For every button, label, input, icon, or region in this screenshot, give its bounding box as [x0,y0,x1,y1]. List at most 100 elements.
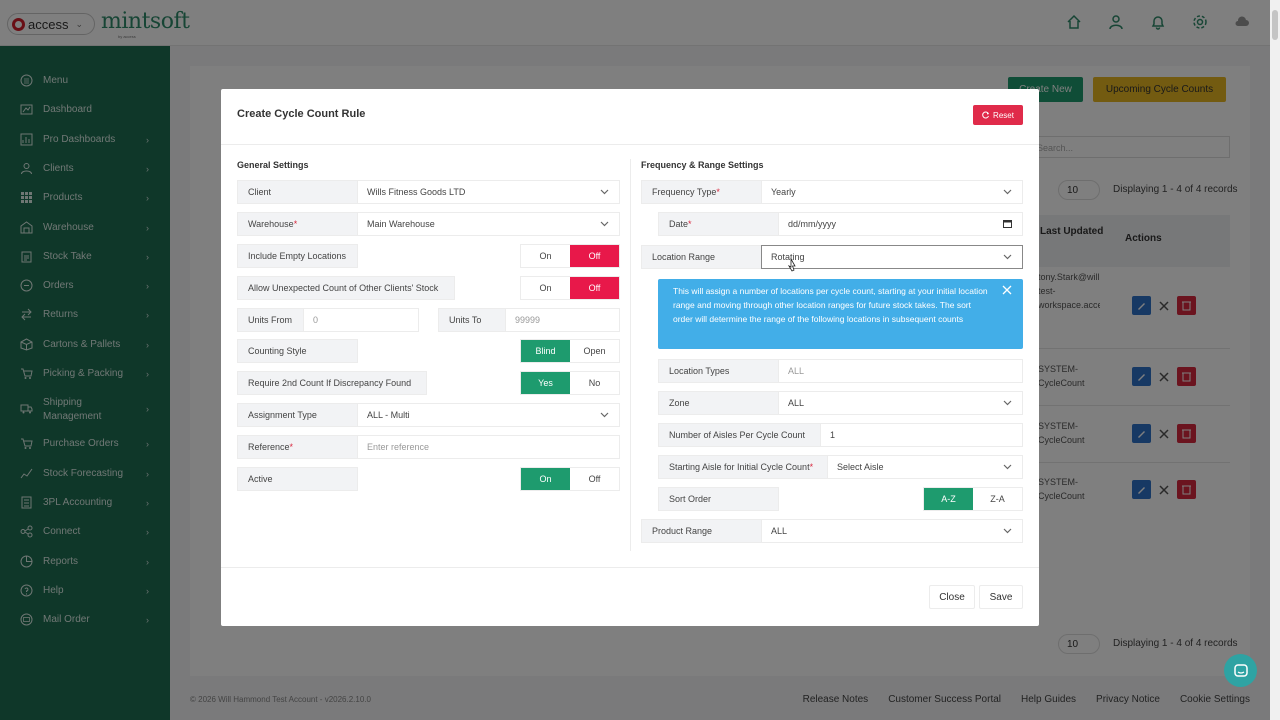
counting-style-row: Counting Style Blind Open [237,339,620,363]
rotating-info-alert: This will assign a number of locations p… [658,279,1023,349]
aisles-row: Number of Aisles Per Cycle Count 1 [658,423,1023,447]
zone-label: Zone [658,391,779,415]
required-marker: * [688,219,692,229]
frequency-type-row: Frequency Type * Yearly [641,180,1023,204]
units-to-label: Units To [438,308,506,332]
require-2nd-yes[interactable]: Yes [521,372,570,394]
location-range-row: Location Range Rotating [641,245,1023,269]
allow-unexpected-on[interactable]: On [521,277,570,299]
date-label-text: Date [669,219,689,229]
sort-order-toggle: A-Z Z-A [923,487,1023,511]
include-empty-off[interactable]: Off [570,245,619,267]
sort-order-label: Sort Order [658,487,779,511]
allow-unexpected-toggle: On Off [520,276,620,300]
aisles-input[interactable]: 1 [820,423,1023,447]
client-select[interactable]: Wills Fitness Goods LTD [357,180,620,204]
sort-za[interactable]: Z-A [973,488,1022,510]
modal-footer-divider [221,567,1039,568]
product-range-row: Product Range ALL [641,519,1023,543]
chevron-down-icon [1003,189,1012,195]
reference-label: Reference * [237,435,358,459]
counting-style-blind[interactable]: Blind [521,340,570,362]
frequency-type-label: Frequency Type * [641,180,762,204]
units-from-input[interactable]: 0 [303,308,419,332]
required-marker: * [289,442,294,452]
units-to-input[interactable]: 99999 [505,308,620,332]
frequency-type-select[interactable]: Yearly [761,180,1023,204]
product-range-select[interactable]: ALL [761,519,1023,543]
starting-aisle-label-text: Starting Aisle for Initial Cycle Count [669,462,810,472]
require-2nd-no[interactable]: No [570,372,619,394]
chevron-down-icon [600,221,609,227]
chat-icon [1233,663,1248,677]
require-2nd-row: Require 2nd Count If Discrepancy Found Y… [237,371,620,395]
warehouse-select[interactable]: Main Warehouse [357,212,620,236]
active-off[interactable]: Off [570,468,619,490]
product-range-value: ALL [771,526,788,536]
page-scrollbar[interactable] [1270,0,1280,720]
chevron-down-icon [1003,400,1012,406]
starting-aisle-label: Starting Aisle for Initial Cycle Count * [658,455,828,479]
warehouse-label-text: Warehouse [248,219,294,229]
client-value: Wills Fitness Goods LTD [367,187,466,197]
location-range-select[interactable]: Rotating [761,245,1023,269]
mouse-pointer-icon [788,258,796,272]
assignment-row: Assignment Type ALL - Multi [237,403,620,427]
require-2nd-label: Require 2nd Count If Discrepancy Found [237,371,427,395]
required-marker: * [716,187,720,197]
reset-label: Reset [993,110,1014,120]
reference-input[interactable]: Enter reference [357,435,620,459]
allow-unexpected-row: Allow Unexpected Count of Other Clients'… [237,276,620,300]
counting-style-open[interactable]: Open [570,340,619,362]
modal-title: Create Cycle Count Rule [237,108,366,120]
chevron-down-icon [600,412,609,418]
include-empty-on[interactable]: On [521,245,570,267]
include-empty-toggle: On Off [520,244,620,268]
date-row: Date * dd/mm/yyyy [658,212,1023,236]
close-icon[interactable] [1002,285,1012,295]
warehouse-value: Main Warehouse [367,219,435,229]
starting-aisle-select[interactable]: Select Aisle [827,455,1023,479]
required-marker: * [809,462,814,472]
sort-order-row: Sort Order A-Z Z-A [658,487,1023,511]
location-types-input[interactable]: ALL [778,359,1023,383]
location-range-label: Location Range [641,245,762,269]
chevron-down-icon [1003,464,1012,470]
warehouse-row: Warehouse * Main Warehouse [237,212,620,236]
include-empty-row: Include Empty Locations On Off [237,244,620,268]
chevron-down-icon [1003,528,1012,534]
include-empty-label: Include Empty Locations [237,244,358,268]
save-button[interactable]: Save [979,585,1023,609]
reference-label-text: Reference [248,442,290,452]
create-cycle-count-modal: Create Cycle Count Rule Reset General Se… [221,89,1039,626]
starting-aisle-value: Select Aisle [837,462,884,472]
chat-button[interactable] [1224,654,1257,687]
column-divider [630,159,631,551]
reset-button[interactable]: Reset [973,105,1023,125]
units-row: Units From 0 Units To 99999 [237,308,620,332]
chevron-down-icon [1003,254,1012,260]
assignment-value: ALL - Multi [367,410,410,420]
require-2nd-toggle: Yes No [520,371,620,395]
location-types-label: Location Types [658,359,779,383]
frequency-type-label-text: Frequency Type [652,187,717,197]
aisles-label: Number of Aisles Per Cycle Count [658,423,821,447]
required-marker: * [293,219,298,229]
assignment-select[interactable]: ALL - Multi [357,403,620,427]
counting-style-label: Counting Style [237,339,358,363]
chevron-down-icon [600,189,609,195]
date-input[interactable]: dd/mm/yyyy [778,212,1023,236]
client-label: Client [237,180,358,204]
info-text: This will assign a number of locations p… [673,286,988,324]
allow-unexpected-off[interactable]: Off [570,277,619,299]
starting-aisle-row: Starting Aisle for Initial Cycle Count * … [658,455,1023,479]
calendar-icon[interactable] [1003,219,1012,228]
reference-row: Reference * Enter reference [237,435,620,459]
close-button[interactable]: Close [929,585,975,609]
zone-select[interactable]: ALL [778,391,1023,415]
date-label: Date * [658,212,779,236]
active-on[interactable]: On [521,468,570,490]
zone-value: ALL [788,398,805,408]
sort-az[interactable]: A-Z [924,488,973,510]
scroll-thumb[interactable] [1272,10,1278,40]
